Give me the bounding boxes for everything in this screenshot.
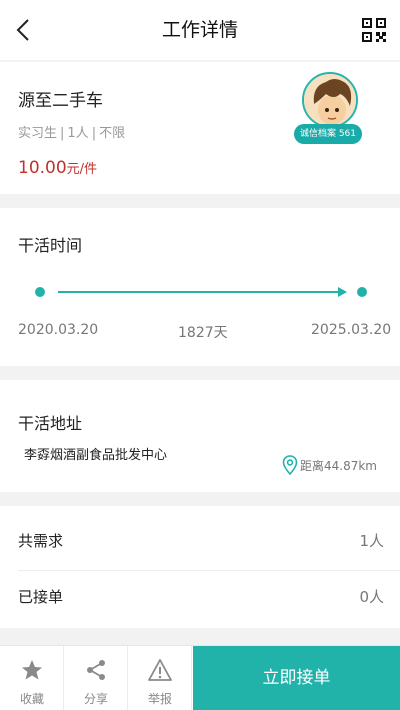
job-price: 10.00元/件 [18, 158, 97, 178]
bottom-action-bar: 收藏 分享 举报 立即接单 [0, 645, 400, 710]
work-address-title: 干活地址 [18, 414, 83, 433]
job-summary-card: 源至二手车 实习生 | 1人 | 不限 10.00元/件 诚信档案 561 [0, 62, 400, 194]
distance[interactable]: 距离44.87km [282, 454, 377, 476]
share-label: 分享 [83, 692, 108, 706]
requirements-card: 共需求 1人 已接单 0人 [0, 506, 400, 628]
price-value: 10.00 [18, 158, 67, 178]
timeline [35, 287, 367, 297]
accepted-value: 0人 [359, 588, 384, 606]
accept-job-button[interactable]: 立即接单 [193, 646, 400, 710]
report-label: 举报 [147, 692, 172, 706]
warning-icon [148, 659, 172, 681]
accepted-count-row: 已接单 0人 [0, 566, 400, 624]
job-title: 源至二手车 [18, 91, 103, 111]
required-label: 共需求 [18, 532, 64, 550]
employer-profile[interactable]: 诚信档案 561 [294, 70, 364, 152]
credit-score-badge[interactable]: 诚信档案 561 [294, 124, 362, 144]
work-address-card: 干活地址 李孬烟酒副食品批发中心 距离44.87km [0, 380, 400, 492]
work-time-title: 干活时间 [18, 236, 83, 255]
distance-text: 距离44.87km [300, 458, 377, 473]
accepted-label: 已接单 [18, 588, 64, 606]
top-nav-bar: 工作详情 [0, 0, 400, 60]
required-value: 1人 [359, 532, 384, 550]
start-date: 2020.03.20 [18, 322, 99, 338]
avatar[interactable] [302, 72, 358, 128]
share-icon [87, 660, 105, 680]
job-headcount: 1人 [67, 126, 89, 141]
star-icon [22, 660, 42, 680]
work-time-card: 干活时间 2020.03.20 1827天 2025.03.20 [0, 208, 400, 366]
page-title: 工作详情 [161, 19, 238, 41]
job-meta: 实习生 | 1人 | 不限 [18, 126, 126, 141]
required-count-row: 共需求 1人 [0, 510, 400, 571]
avatar-illustration [304, 74, 356, 126]
qr-code-icon[interactable] [362, 16, 386, 44]
report-button[interactable]: 举报 [128, 646, 192, 710]
price-unit: 元/件 [66, 162, 98, 177]
job-gender: 不限 [99, 126, 126, 141]
job-type: 实习生 [18, 126, 58, 141]
share-button[interactable]: 分享 [64, 646, 128, 710]
favorite-label: 收藏 [19, 692, 44, 706]
end-date: 2025.03.20 [311, 322, 392, 338]
favorite-button[interactable]: 收藏 [0, 646, 64, 710]
location-pin-icon [282, 455, 298, 475]
duration-days: 1827天 [178, 325, 228, 341]
address-text[interactable]: 李孬烟酒副食品批发中心 [24, 444, 167, 463]
